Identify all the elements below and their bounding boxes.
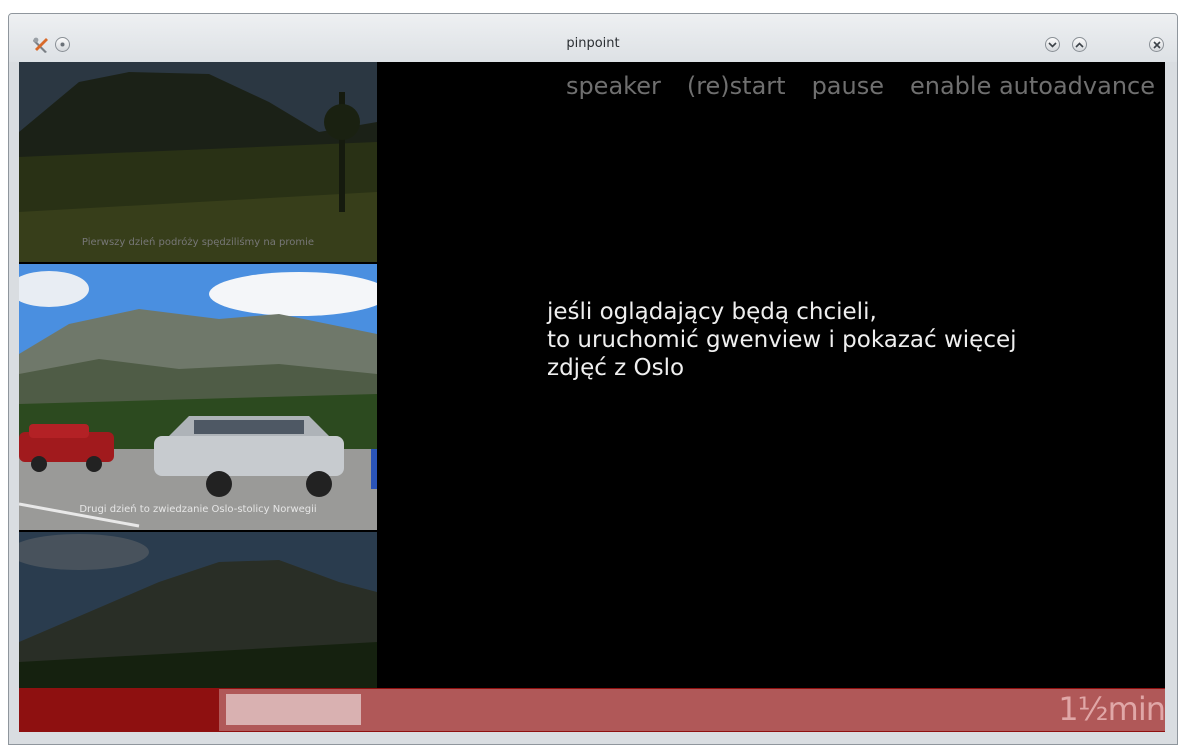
slide-caption: Pierwszy dzień podróży spędziliśmy na pr… — [81, 237, 315, 248]
notes-line-3: zdjęć z Oslo — [547, 355, 685, 381]
control-menu: speaker (re)start pause enable autoadvan… — [566, 72, 1155, 104]
autoadvance-button[interactable]: enable autoadvance — [910, 72, 1155, 104]
slide-caption: Drugi dzień to zwiedzanie Oslo-stolicy N… — [79, 504, 317, 515]
timer-bar: 1½min — [19, 688, 1166, 732]
speaker-notes: jeśli oglądający będą chcieli, to urucho… — [547, 298, 1017, 382]
maximize-icon[interactable] — [1072, 37, 1087, 52]
oslo-roadside-image — [19, 264, 377, 530]
inactive-overlay — [19, 62, 377, 262]
window-title: pinpoint — [566, 36, 620, 51]
minimize-icon[interactable] — [1045, 37, 1060, 52]
slide-thumbnail-2[interactable]: Drugi dzień to zwiedzanie Oslo-stolicy N… — [19, 264, 377, 530]
speaker-button[interactable]: speaker — [566, 72, 661, 104]
restart-button[interactable]: (re)start — [687, 72, 786, 104]
notes-line-1: jeśli oglądający będą chcieli, — [547, 299, 877, 325]
notes-line-2: to uruchomić gwenview i pokazać więcej — [547, 327, 1017, 353]
time-remaining-label: 1½min — [1058, 690, 1166, 728]
pause-button[interactable]: pause — [812, 72, 884, 104]
slide-thumbnail-1[interactable]: Pierwszy dzień podróży spędziliśmy na pr… — [19, 62, 377, 262]
inactive-overlay — [19, 532, 377, 702]
presentation-area: Pierwszy dzień podróży spędziliśmy na pr… — [19, 62, 1165, 702]
app-window: pinpoint Pierwszy dzień podróży spędzili… — [8, 13, 1178, 745]
title-bar[interactable]: pinpoint — [9, 14, 1177, 62]
slide-thumbnail-3[interactable] — [19, 532, 377, 702]
current-slide-indicator[interactable] — [226, 694, 361, 725]
close-icon[interactable] — [1149, 37, 1164, 52]
